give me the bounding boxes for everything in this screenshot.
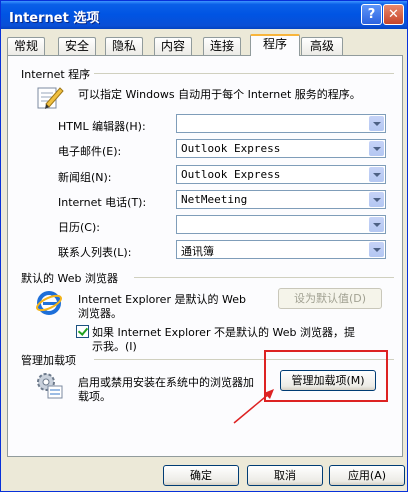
prompt-default-label-line2: 示我。(I) — [92, 340, 137, 353]
dropdown-arrow-icon[interactable] — [369, 242, 384, 257]
set-default-button[interactable]: 设为默认值(D) — [278, 288, 382, 309]
addons-description-line2: 载项。 — [78, 390, 111, 403]
annotation-highlight-box — [264, 350, 388, 402]
email-value: Outlook Express — [181, 142, 281, 155]
addons-gear-icon — [34, 370, 66, 405]
tab-general[interactable]: 常规 — [7, 37, 45, 55]
annotation-arrow-icon — [233, 389, 274, 424]
internet-call-value: NetMeeting — [181, 193, 248, 206]
tab-content[interactable]: 内容 — [154, 37, 192, 55]
apply-button[interactable]: 应用(A) — [329, 465, 405, 486]
internet-programs-heading: Internet 程序 — [21, 68, 91, 81]
internet-call-label: Internet 电话(T): — [58, 196, 147, 209]
internet-call-select[interactable]: NetMeeting — [176, 190, 386, 209]
contacts-select[interactable]: 通讯簿 — [176, 240, 386, 259]
divider — [94, 73, 394, 74]
default-browser-heading: 默认的 Web 浏览器 — [21, 272, 118, 285]
dropdown-arrow-icon[interactable] — [369, 192, 384, 207]
html-editor-select[interactable] — [176, 114, 386, 133]
newsgroups-value: Outlook Express — [181, 168, 281, 181]
window-title: Internet 选项 — [9, 11, 100, 26]
title-bar[interactable]: Internet 选项 ? ✕ — [1, 1, 407, 29]
divider — [134, 277, 394, 278]
calendar-select[interactable] — [176, 215, 386, 234]
tab-programs[interactable]: 程序 — [250, 34, 300, 56]
close-button[interactable]: ✕ — [383, 4, 404, 25]
dropdown-arrow-icon[interactable] — [369, 217, 384, 232]
tab-privacy[interactable]: 隐私 — [105, 37, 143, 55]
programs-description: 可以指定 Windows 自动用于每个 Internet 服务的程序。 — [78, 88, 361, 101]
email-select[interactable]: Outlook Express — [176, 139, 386, 158]
prompt-default-checkbox[interactable] — [76, 325, 89, 338]
calendar-label: 日历(C): — [58, 221, 100, 234]
tab-advanced[interactable]: 高级 — [301, 37, 343, 55]
default-browser-status-line2: 浏览器。 — [78, 307, 122, 320]
newsgroups-label: 新闻组(N): — [58, 171, 112, 184]
internet-options-dialog: Internet 选项 ? ✕ 常规 安全 隐私 内容 连接 程序 高级 Int… — [0, 0, 408, 492]
ok-button[interactable]: 确定 — [163, 465, 239, 486]
cancel-button[interactable]: 取消 — [247, 465, 323, 486]
help-button[interactable]: ? — [361, 4, 382, 25]
tab-connections[interactable]: 连接 — [203, 37, 241, 55]
newsgroups-select[interactable]: Outlook Express — [176, 165, 386, 184]
tab-security[interactable]: 安全 — [58, 37, 96, 55]
contacts-value: 通讯簿 — [181, 245, 214, 258]
contacts-label: 联系人列表(L): — [58, 246, 132, 259]
dropdown-arrow-icon[interactable] — [369, 116, 384, 131]
dropdown-arrow-icon[interactable] — [369, 167, 384, 182]
programs-icon — [34, 82, 64, 115]
dropdown-arrow-icon[interactable] — [369, 141, 384, 156]
internet-explorer-icon — [36, 290, 62, 319]
email-label: 电子邮件(E): — [58, 145, 122, 158]
manage-addons-heading: 管理加载项 — [21, 354, 76, 367]
html-editor-label: HTML 编辑器(H): — [58, 120, 146, 133]
